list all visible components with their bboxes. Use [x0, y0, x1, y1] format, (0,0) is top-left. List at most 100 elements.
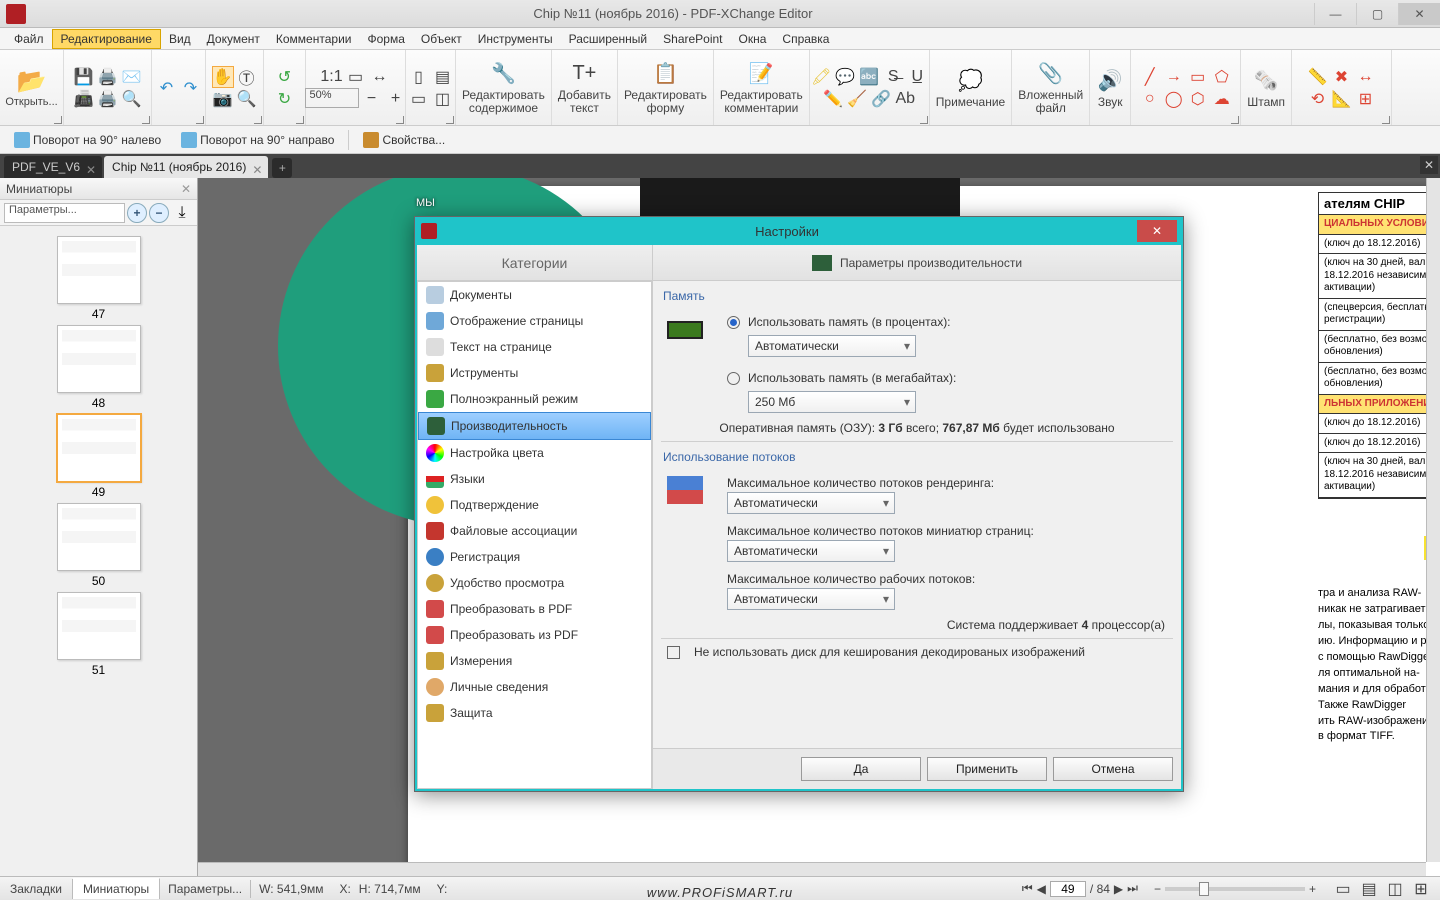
new-tab-button[interactable]: + [272, 158, 292, 178]
edit-content-icon[interactable]: 🔧 [489, 60, 517, 88]
tab-close-icon[interactable]: ✕ [252, 163, 260, 171]
cat-file-assoc[interactable]: Файловые ассоциации [418, 518, 651, 544]
panel-close-icon[interactable]: ✕ [181, 182, 191, 196]
hand-icon[interactable]: ✋ [212, 66, 234, 88]
cat-confirm[interactable]: Подтверждение [418, 492, 651, 518]
undo-icon[interactable]: ↶ [156, 77, 178, 99]
maximize-button[interactable]: ▢ [1356, 3, 1398, 25]
status-params[interactable]: Параметры... [160, 882, 250, 896]
nav-last-icon[interactable]: ⏭ [1127, 881, 1138, 896]
zoom-slider[interactable] [1165, 887, 1305, 891]
doc-tab-2[interactable]: Chip №11 (ноябрь 2016)✕ [104, 156, 268, 178]
mem-percent-radio[interactable] [727, 316, 740, 329]
render-threads-combo[interactable]: Автоматически [727, 492, 895, 514]
cat-performance[interactable]: Производительность [418, 412, 651, 440]
thumbs-zoom-in-button[interactable]: + [127, 203, 147, 223]
attach-icon[interactable]: 📎 [1037, 60, 1065, 88]
tabbar-close-button[interactable]: ✕ [1420, 156, 1438, 174]
save-icon[interactable]: 💾 [73, 66, 95, 88]
menu-windows[interactable]: Окна [731, 30, 775, 48]
layout-facing-icon[interactable]: ▭ [408, 88, 430, 110]
layout-cont-icon[interactable]: ▤ [432, 66, 454, 88]
rotate-cw-icon[interactable]: ↻ [274, 88, 296, 110]
thumb-threads-combo[interactable]: Автоматически [727, 540, 895, 562]
dialog-close-button[interactable]: ✕ [1137, 220, 1177, 242]
vertical-scrollbar[interactable] [1426, 178, 1440, 862]
cat-measure[interactable]: Измерения [418, 648, 651, 674]
mem-percent-combo[interactable]: Автоматически [748, 335, 916, 357]
menu-object[interactable]: Объект [413, 30, 470, 48]
menu-form[interactable]: Форма [359, 30, 412, 48]
doc-tab-1[interactable]: PDF_VE_V6✕ [4, 156, 102, 178]
worker-threads-combo[interactable]: Автоматически [727, 588, 895, 610]
tab-close-icon[interactable]: ✕ [86, 163, 94, 171]
cat-page-display[interactable]: Отображение страницы [418, 308, 651, 334]
pencil-icon[interactable]: ✏️ [822, 88, 844, 110]
mem-mb-combo[interactable]: 250 Мб [748, 391, 916, 413]
statustab-thumbnails[interactable]: Миниатюры [73, 878, 160, 899]
rotate-ccw-icon[interactable]: ↺ [274, 66, 296, 88]
text-hl-icon[interactable]: Ab [894, 88, 916, 110]
edit-comments-icon[interactable]: 📝 [747, 60, 775, 88]
cat-fullscreen[interactable]: Полноэкранный режим [418, 386, 651, 412]
menu-edit[interactable]: Редактирование [52, 29, 161, 49]
eraser-icon[interactable]: 🧹 [846, 88, 868, 110]
menu-view[interactable]: Вид [161, 30, 199, 48]
horizontal-scrollbar[interactable] [198, 862, 1426, 876]
textbox-icon[interactable]: 🔤 [858, 66, 880, 88]
edit-form-icon[interactable]: 📋 [651, 60, 679, 88]
menu-sharepoint[interactable]: SharePoint [655, 30, 730, 48]
print-icon[interactable]: 🖨️ [97, 66, 119, 88]
strike-icon[interactable]: S̶ [882, 66, 904, 88]
zoom-in-status-icon[interactable]: + [1309, 882, 1316, 896]
mem-mb-radio[interactable] [727, 372, 740, 385]
cat-documents[interactable]: Документы [418, 282, 651, 308]
cat-tools[interactable]: Иструменты [418, 360, 651, 386]
cat-accessibility[interactable]: Удобство просмотра [418, 570, 651, 596]
printer2-icon[interactable]: 🖨️ [97, 88, 119, 110]
menu-advanced[interactable]: Расширенный [561, 30, 656, 48]
zoom-input[interactable]: 50% [305, 88, 359, 108]
thumbs-import-icon[interactable]: ⤓ [171, 202, 193, 224]
fit-width-icon[interactable]: ↔ [369, 66, 391, 88]
layout-status2-icon[interactable]: ▤ [1358, 878, 1380, 900]
email-icon[interactable]: ✉️ [121, 66, 143, 88]
stamp-icon[interactable]: 🗞️ [1252, 66, 1280, 94]
snapshot-icon[interactable]: 📷 [212, 88, 234, 110]
menu-file[interactable]: Файл [6, 30, 52, 48]
thumbnails-list[interactable]: 47 48 49 50 51 [0, 226, 197, 876]
layout-status-icon[interactable]: ▭ [1332, 878, 1354, 900]
fit-page-icon[interactable]: ▭ [345, 66, 367, 88]
rotate-left-button[interactable]: Поворот на 90° налево [8, 130, 167, 150]
nav-prev-icon[interactable]: ◀ [1037, 882, 1046, 896]
thumbs-zoom-out-button[interactable]: − [149, 203, 169, 223]
nav-first-icon[interactable]: ⏮ [1022, 881, 1033, 896]
dialog-apply-button[interactable]: Применить [927, 757, 1047, 781]
thumbnails-options[interactable]: Параметры... [4, 203, 125, 223]
zoom-icon[interactable]: 🔍 [236, 88, 258, 110]
note-icon[interactable]: 💭 [957, 66, 985, 94]
fit-actual-icon[interactable]: 1:1 [321, 66, 343, 88]
minimize-button[interactable]: — [1314, 3, 1356, 25]
cache-checkbox[interactable] [667, 646, 680, 659]
layout-status4-icon[interactable]: ⊞ [1410, 878, 1432, 900]
cat-security[interactable]: Защита [418, 700, 651, 726]
menu-document[interactable]: Документ [199, 30, 268, 48]
link-icon[interactable]: 🔗 [870, 88, 892, 110]
cat-from-pdf[interactable]: Преобразовать из PDF [418, 622, 651, 648]
cat-to-pdf[interactable]: Преобразовать в PDF [418, 596, 651, 622]
properties-button[interactable]: Свойства... [357, 130, 451, 150]
thumb-item[interactable]: 47 [53, 236, 145, 321]
add-text-icon[interactable]: T+ [570, 60, 598, 88]
thumb-item[interactable]: 48 [53, 325, 145, 410]
menu-tools[interactable]: Инструменты [470, 30, 561, 48]
categories-list[interactable]: Документы Отображение страницы Текст на … [417, 281, 652, 789]
text-select-icon[interactable]: Ⓣ [236, 66, 258, 88]
cat-languages[interactable]: Языки [418, 466, 651, 492]
menu-comments[interactable]: Комментарии [268, 30, 360, 48]
dialog-cancel-button[interactable]: Отмена [1053, 757, 1173, 781]
thumb-item[interactable]: 50 [53, 503, 145, 588]
layout-cover-icon[interactable]: ◫ [432, 88, 454, 110]
folder-open-icon[interactable]: 📂 [17, 67, 47, 96]
cat-color[interactable]: Настройка цвета [418, 440, 651, 466]
